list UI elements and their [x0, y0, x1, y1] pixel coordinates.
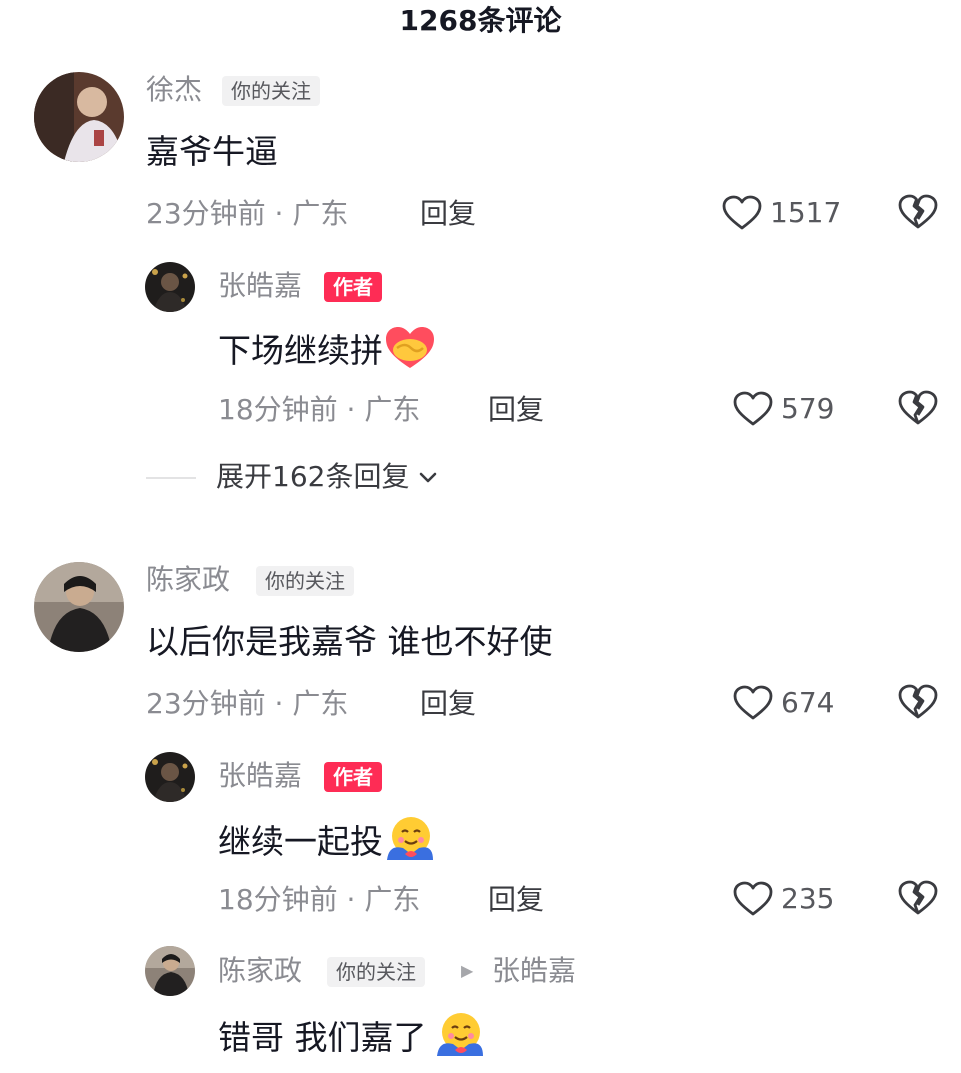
like-button[interactable]: 1517 — [722, 193, 841, 233]
comment-text: 嘉爷牛逼 — [146, 132, 278, 171]
comment-author[interactable]: 徐杰 — [146, 72, 202, 108]
like-button[interactable]: 579 — [733, 389, 834, 429]
dislike-button[interactable] — [898, 683, 938, 723]
like-count: 235 — [781, 882, 835, 915]
like-button[interactable]: 674 — [733, 683, 834, 723]
broken-heart-icon — [898, 194, 938, 229]
broken-heart-icon — [898, 684, 938, 719]
expand-divider — [146, 477, 196, 479]
comment-time-location: 23分钟前 · 广东 — [146, 197, 349, 230]
hugging-emoji — [383, 814, 435, 873]
reply-text: 下场继续拼 — [218, 331, 383, 370]
reply-author[interactable]: 张皓嘉 — [218, 268, 302, 304]
reply-author[interactable]: 张皓嘉 — [218, 758, 302, 794]
reply-text: 继续一起投 — [218, 822, 383, 861]
following-badge: 你的关注 — [256, 566, 354, 596]
like-count: 579 — [781, 392, 835, 425]
reply-text-row: 下场继续拼 — [218, 324, 437, 381]
reply-button[interactable]: 回复 — [420, 686, 476, 722]
avatar[interactable] — [34, 72, 124, 162]
avatar[interactable] — [34, 562, 124, 652]
chevron-down-icon — [420, 472, 437, 483]
avatar[interactable] — [145, 946, 195, 996]
reply-text-row: 继续一起投 — [218, 814, 435, 873]
reply-button[interactable]: 回复 — [488, 392, 544, 428]
reply-button[interactable]: 回复 — [420, 196, 476, 232]
dislike-button[interactable] — [898, 193, 938, 233]
author-badge: 作者 — [324, 762, 382, 792]
hugging-emoji — [433, 1010, 485, 1069]
following-badge: 你的关注 — [327, 957, 425, 987]
like-button[interactable]: 235 — [733, 879, 834, 919]
reply-time-location: 18分钟前 · 广东 — [218, 883, 421, 916]
comments-count-title: 1268条评论 — [399, 4, 562, 37]
following-badge: 你的关注 — [222, 76, 320, 106]
heart-outline-icon — [722, 195, 762, 230]
comment-time-location: 23分钟前 · 广东 — [146, 687, 349, 720]
expand-replies-button[interactable]: 展开162条回复 — [216, 459, 441, 495]
comment-author[interactable]: 陈家政 — [146, 562, 230, 598]
like-count: 1517 — [770, 196, 842, 229]
dislike-button[interactable] — [898, 389, 938, 429]
author-badge: 作者 — [324, 272, 382, 302]
reply-time-location: 18分钟前 · 广东 — [218, 393, 421, 426]
broken-heart-icon — [898, 880, 938, 915]
heart-outline-icon — [733, 391, 773, 426]
dislike-button[interactable] — [898, 879, 938, 919]
avatar[interactable] — [145, 752, 195, 802]
broken-heart-icon — [898, 390, 938, 425]
reply-to-user[interactable]: 张皓嘉 — [492, 953, 576, 989]
heart-outline-icon — [733, 685, 773, 720]
reply-text-row: 错哥 我们嘉了 — [218, 1010, 485, 1069]
heart-outline-icon — [733, 881, 773, 916]
expand-replies-label: 展开162条回复 — [216, 460, 410, 493]
triangle-right-icon: ▶ — [461, 961, 474, 980]
like-count: 674 — [781, 686, 835, 719]
reply-author[interactable]: 陈家政 — [218, 953, 302, 989]
reply-button[interactable]: 回复 — [488, 882, 544, 918]
comment-text: 以后你是我嘉爷 谁也不好使 — [146, 622, 553, 661]
avatar[interactable] — [145, 262, 195, 312]
handshake-heart-emoji — [383, 324, 437, 381]
reply-text: 错哥 我们嘉了 — [218, 1018, 427, 1057]
